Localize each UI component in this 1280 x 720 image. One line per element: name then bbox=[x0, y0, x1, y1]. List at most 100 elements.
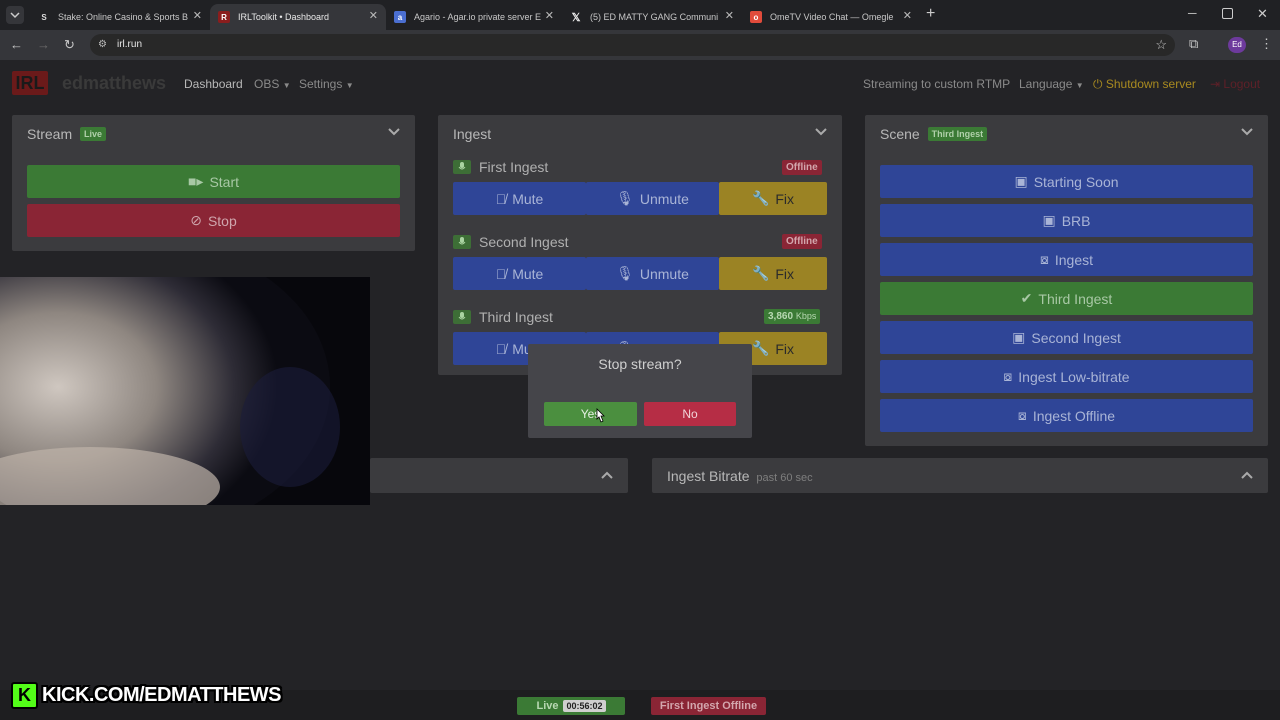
scene-panel: Scene Third Ingest ▣ Starting Soon ▣ BRB ⧇… bbox=[865, 115, 1268, 446]
arrow-left-icon: ← bbox=[10, 37, 23, 52]
site-info-icon[interactable]: ⚙ bbox=[98, 34, 107, 56]
extensions-icon[interactable]: ⧉ bbox=[1189, 36, 1198, 52]
restore-button[interactable] bbox=[1222, 8, 1233, 19]
scene-label: Second Ingest bbox=[1031, 329, 1121, 346]
tab-x[interactable]: 𝕏 (5) ED MATTY GANG Communi ✕ bbox=[562, 4, 742, 30]
unmute-button[interactable]: 🎙 Unmute bbox=[586, 182, 719, 215]
mute-label: Mute bbox=[512, 265, 544, 282]
stream-timer: 00:56:02 bbox=[563, 700, 606, 712]
confirm-no-button[interactable]: No bbox=[644, 402, 736, 426]
fix-button[interactable]: 🔧 Fix bbox=[719, 257, 827, 290]
tab-search-button[interactable] bbox=[6, 6, 24, 24]
close-icon[interactable]: ✕ bbox=[725, 9, 734, 22]
mouse-cursor-icon bbox=[596, 408, 605, 423]
tab-irltoolkit[interactable]: R IRLToolkit • Dashboard ✕ bbox=[210, 4, 386, 30]
scene-button-brb[interactable]: ▣ BRB bbox=[880, 204, 1253, 237]
profile-avatar[interactable]: Ed bbox=[1228, 37, 1246, 53]
logout-button[interactable]: ⇥ Logout bbox=[1210, 77, 1260, 91]
tab-ometv[interactable]: o OmeTV Video Chat — Omegle ✕ bbox=[742, 4, 920, 30]
scene-label: BRB bbox=[1061, 212, 1091, 229]
bitrate-panel-subtitle: past 60 sec bbox=[756, 472, 813, 484]
address-field[interactable]: ⚙ irl.run ☆ bbox=[90, 34, 1175, 56]
x-icon: 𝕏 bbox=[571, 11, 581, 24]
scene-label: Ingest Offline bbox=[1032, 407, 1116, 424]
stop-stream-button[interactable]: ⊘ Stop bbox=[27, 204, 400, 237]
close-icon[interactable]: ✕ bbox=[193, 9, 202, 22]
fix-button[interactable]: 🔧 Fix bbox=[719, 182, 827, 215]
scene-button-second-ingest[interactable]: ▣ Second Ingest bbox=[880, 321, 1253, 354]
start-stream-button[interactable]: ■▸ Start bbox=[27, 165, 400, 198]
new-tab-button[interactable]: + bbox=[926, 5, 935, 23]
back-button[interactable]: ← bbox=[10, 37, 23, 52]
scene-button-starting-soon[interactable]: ▣ Starting Soon bbox=[880, 165, 1253, 198]
robot-icon: ⧇ bbox=[1039, 251, 1049, 267]
scene-button-ingest-low-bitrate[interactable]: ⧇ Ingest Low-bitrate bbox=[880, 360, 1253, 393]
fix-label: Fix bbox=[775, 190, 795, 207]
close-icon[interactable]: ✕ bbox=[545, 9, 554, 22]
ingest-second-label: Second Ingest bbox=[453, 234, 569, 250]
ingest-status: First Ingest Offline bbox=[651, 697, 766, 715]
logout-icon: ⇥ bbox=[1210, 77, 1221, 91]
kick-url: KICK.COM/EDMATTHEWS bbox=[42, 684, 282, 706]
close-icon[interactable]: ✕ bbox=[903, 9, 912, 22]
check-icon: ✔ bbox=[1020, 290, 1033, 306]
scene-button-ingest[interactable]: ⧇ Ingest bbox=[880, 243, 1253, 276]
unmute-label: Unmute bbox=[639, 190, 689, 207]
browser-toolbar: ← → ↻ ⚙ irl.run ☆ ⧉ Ed ⋮ bbox=[0, 30, 1280, 60]
start-label: Start bbox=[209, 173, 240, 190]
tab-stake[interactable]: S Stake: Online Casino & Sports B ✕ bbox=[30, 4, 210, 30]
microphone-icon bbox=[453, 310, 471, 324]
language-menu[interactable]: Language ▼ bbox=[1019, 77, 1084, 91]
video-camera-icon: ■▸ bbox=[187, 173, 204, 189]
chevron-up-icon[interactable] bbox=[600, 468, 614, 482]
mute-button[interactable]: 🎙̸ Mute bbox=[453, 257, 586, 290]
mute-button[interactable]: 🎙̸ Mute bbox=[453, 182, 586, 215]
forward-button[interactable]: → bbox=[37, 37, 50, 52]
nav-obs[interactable]: OBS ▼ bbox=[254, 77, 291, 91]
window-close-button[interactable]: ✕ bbox=[1257, 6, 1268, 22]
webcam-overlay bbox=[0, 277, 370, 505]
tab-agario[interactable]: a Agario - Agar.io private server E ✕ bbox=[386, 4, 562, 30]
tab-title: IRLToolkit • Dashboard bbox=[238, 12, 330, 22]
microphone-icon: 🎙 bbox=[616, 265, 634, 281]
bookmark-star-icon[interactable]: ☆ bbox=[1155, 34, 1167, 56]
scene-button-ingest-offline[interactable]: ⧇ Ingest Offline bbox=[880, 399, 1253, 432]
shutdown-server-button[interactable]: ⏻ Shutdown server bbox=[1093, 77, 1196, 92]
status-badge: Offline bbox=[782, 234, 822, 249]
chevron-down-icon[interactable] bbox=[387, 125, 401, 139]
stream-title: Stream bbox=[27, 126, 73, 142]
unmute-button[interactable]: 🎙 Unmute bbox=[586, 257, 719, 290]
close-icon[interactable]: ✕ bbox=[369, 9, 378, 22]
minimize-icon: ─ bbox=[1188, 6, 1197, 20]
stake-icon: S bbox=[41, 12, 47, 22]
ingest-name: Second Ingest bbox=[479, 234, 569, 250]
caret-down-icon: ▼ bbox=[282, 81, 291, 90]
nav-settings-label: Settings bbox=[299, 77, 343, 91]
chevron-up-icon[interactable] bbox=[1240, 468, 1254, 482]
status-badge: Offline bbox=[782, 160, 822, 175]
active-scene-badge: Third Ingest bbox=[927, 127, 988, 141]
stream-panel-title: Stream Live bbox=[27, 126, 107, 142]
minimize-button[interactable]: ─ bbox=[1188, 6, 1197, 20]
scene-button-third-ingest[interactable]: ✔ Third Ingest bbox=[880, 282, 1253, 315]
irltoolkit-icon: R bbox=[218, 11, 230, 23]
close-icon: ✕ bbox=[1257, 6, 1268, 21]
chevron-down-icon[interactable] bbox=[1240, 125, 1254, 139]
nav-settings[interactable]: Settings ▼ bbox=[299, 77, 354, 91]
agario-icon: a bbox=[394, 11, 406, 23]
scene-label: Ingest bbox=[1054, 251, 1094, 268]
scene-title: Scene bbox=[880, 126, 920, 142]
app-logo[interactable]: IRL bbox=[12, 71, 48, 95]
bitrate-badge: 3,860 Kbps bbox=[764, 309, 821, 324]
kick-logo-icon: K bbox=[11, 682, 38, 709]
reload-button[interactable]: ↻ bbox=[64, 37, 75, 53]
arrow-right-icon: → bbox=[37, 37, 50, 52]
menu-icon[interactable]: ⋮ bbox=[1260, 36, 1273, 52]
wrench-icon: 🔧 bbox=[751, 265, 770, 281]
stream-panel: Stream Live ■▸ Start ⊘ Stop bbox=[12, 115, 415, 251]
confirm-yes-button[interactable]: Yes bbox=[544, 402, 637, 426]
collapsed-panel bbox=[370, 458, 628, 493]
chevron-down-icon[interactable] bbox=[814, 125, 828, 139]
nav-dashboard[interactable]: Dashboard bbox=[184, 77, 243, 91]
scene-label: Ingest Low-bitrate bbox=[1018, 368, 1130, 385]
